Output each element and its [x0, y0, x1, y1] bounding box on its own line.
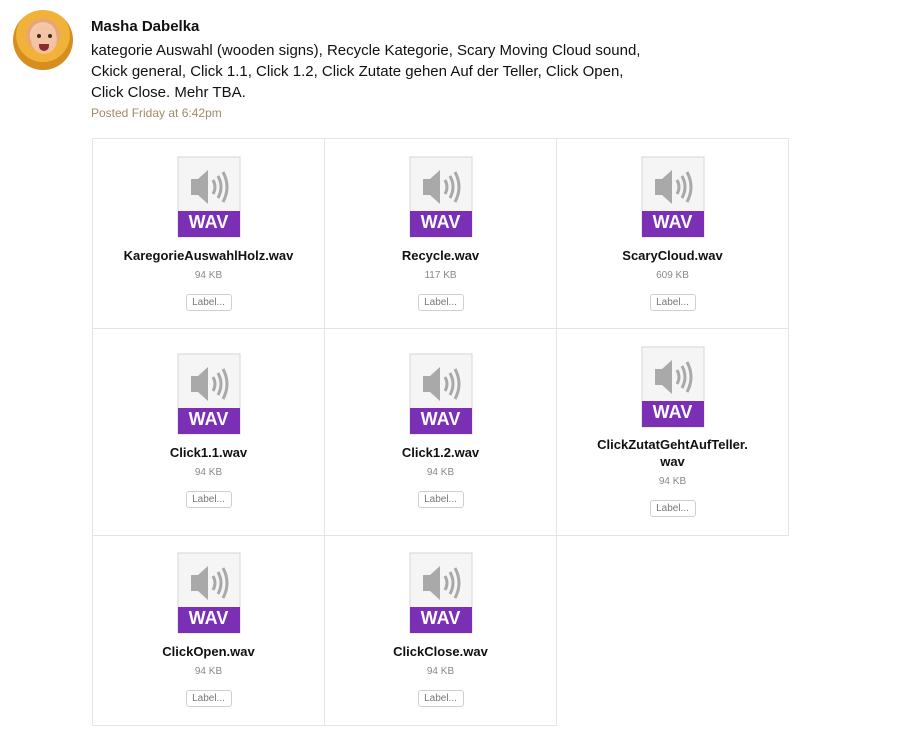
- attachment-tile: WAV Click1.1.wav 94 KB Label...: [92, 328, 325, 536]
- label-button[interactable]: Label...: [649, 294, 696, 311]
- file-size: 94 KB: [658, 476, 687, 487]
- file-type-badge: WAV: [188, 409, 229, 429]
- attachment-tile: WAV KaregorieAuswahlHolz.wav 94 KB Label…: [92, 138, 325, 329]
- post-message: kategorie Auswahl (wooden signs), Recycl…: [91, 42, 641, 101]
- post-timestamp[interactable]: Posted Friday at 6:42pm: [91, 106, 222, 120]
- label-button[interactable]: Label...: [185, 491, 232, 508]
- attachment-tile: WAV Click1.2.wav 94 KB Label...: [324, 328, 557, 536]
- label-button[interactable]: Label...: [417, 690, 464, 707]
- file-type-badge: WAV: [420, 212, 461, 232]
- post: Masha Dabelka kategorie Auswahl (wooden …: [0, 0, 904, 734]
- attachment-tile: WAV ScaryCloud.wav 609 KB Label...: [556, 138, 789, 329]
- author-name[interactable]: Masha Dabelka: [91, 18, 199, 35]
- attachment-tile: WAV ClickZutatGehtAufTeller. wav 94 KB L…: [556, 328, 789, 536]
- attachment-tile: WAV ClickOpen.wav 94 KB Label...: [92, 535, 325, 726]
- file-name[interactable]: Click1.1.wav: [97, 444, 320, 461]
- file-name[interactable]: Recycle.wav: [329, 247, 552, 264]
- file-name[interactable]: ClickClose.wav: [329, 643, 552, 660]
- file-type-badge: WAV: [652, 402, 693, 422]
- file-type-badge: WAV: [188, 212, 229, 232]
- file-name[interactable]: ScaryCloud.wav: [561, 247, 784, 264]
- file-name[interactable]: Click1.2.wav: [329, 444, 552, 461]
- file-type-badge: WAV: [188, 608, 229, 628]
- file-type-badge: WAV: [652, 212, 693, 232]
- file-size: 117 KB: [424, 270, 457, 281]
- label-button[interactable]: Label...: [417, 294, 464, 311]
- attachments-grid: WAV KaregorieAuswahlHolz.wav 94 KB Label…: [92, 138, 789, 726]
- file-size: 94 KB: [426, 467, 455, 478]
- file-size: 94 KB: [194, 666, 223, 677]
- label-button[interactable]: Label...: [417, 491, 464, 508]
- file-type-badge: WAV: [420, 409, 461, 429]
- file-size: 94 KB: [194, 270, 223, 281]
- file-name[interactable]: ClickOpen.wav: [97, 643, 320, 660]
- file-size: 94 KB: [194, 467, 223, 478]
- file-type-badge: WAV: [420, 608, 461, 628]
- label-button[interactable]: Label...: [649, 500, 696, 517]
- file-name[interactable]: ClickZutatGehtAufTeller. wav: [561, 436, 784, 470]
- user-avatar[interactable]: [13, 10, 73, 70]
- label-button[interactable]: Label...: [185, 294, 232, 311]
- attachment-tile: WAV ClickClose.wav 94 KB Label...: [324, 535, 557, 726]
- label-button[interactable]: Label...: [185, 690, 232, 707]
- file-name[interactable]: KaregorieAuswahlHolz.wav: [97, 247, 320, 264]
- attachment-tile: WAV Recycle.wav 117 KB Label...: [324, 138, 557, 329]
- file-size: 94 KB: [426, 666, 455, 677]
- file-size: 609 KB: [656, 270, 689, 281]
